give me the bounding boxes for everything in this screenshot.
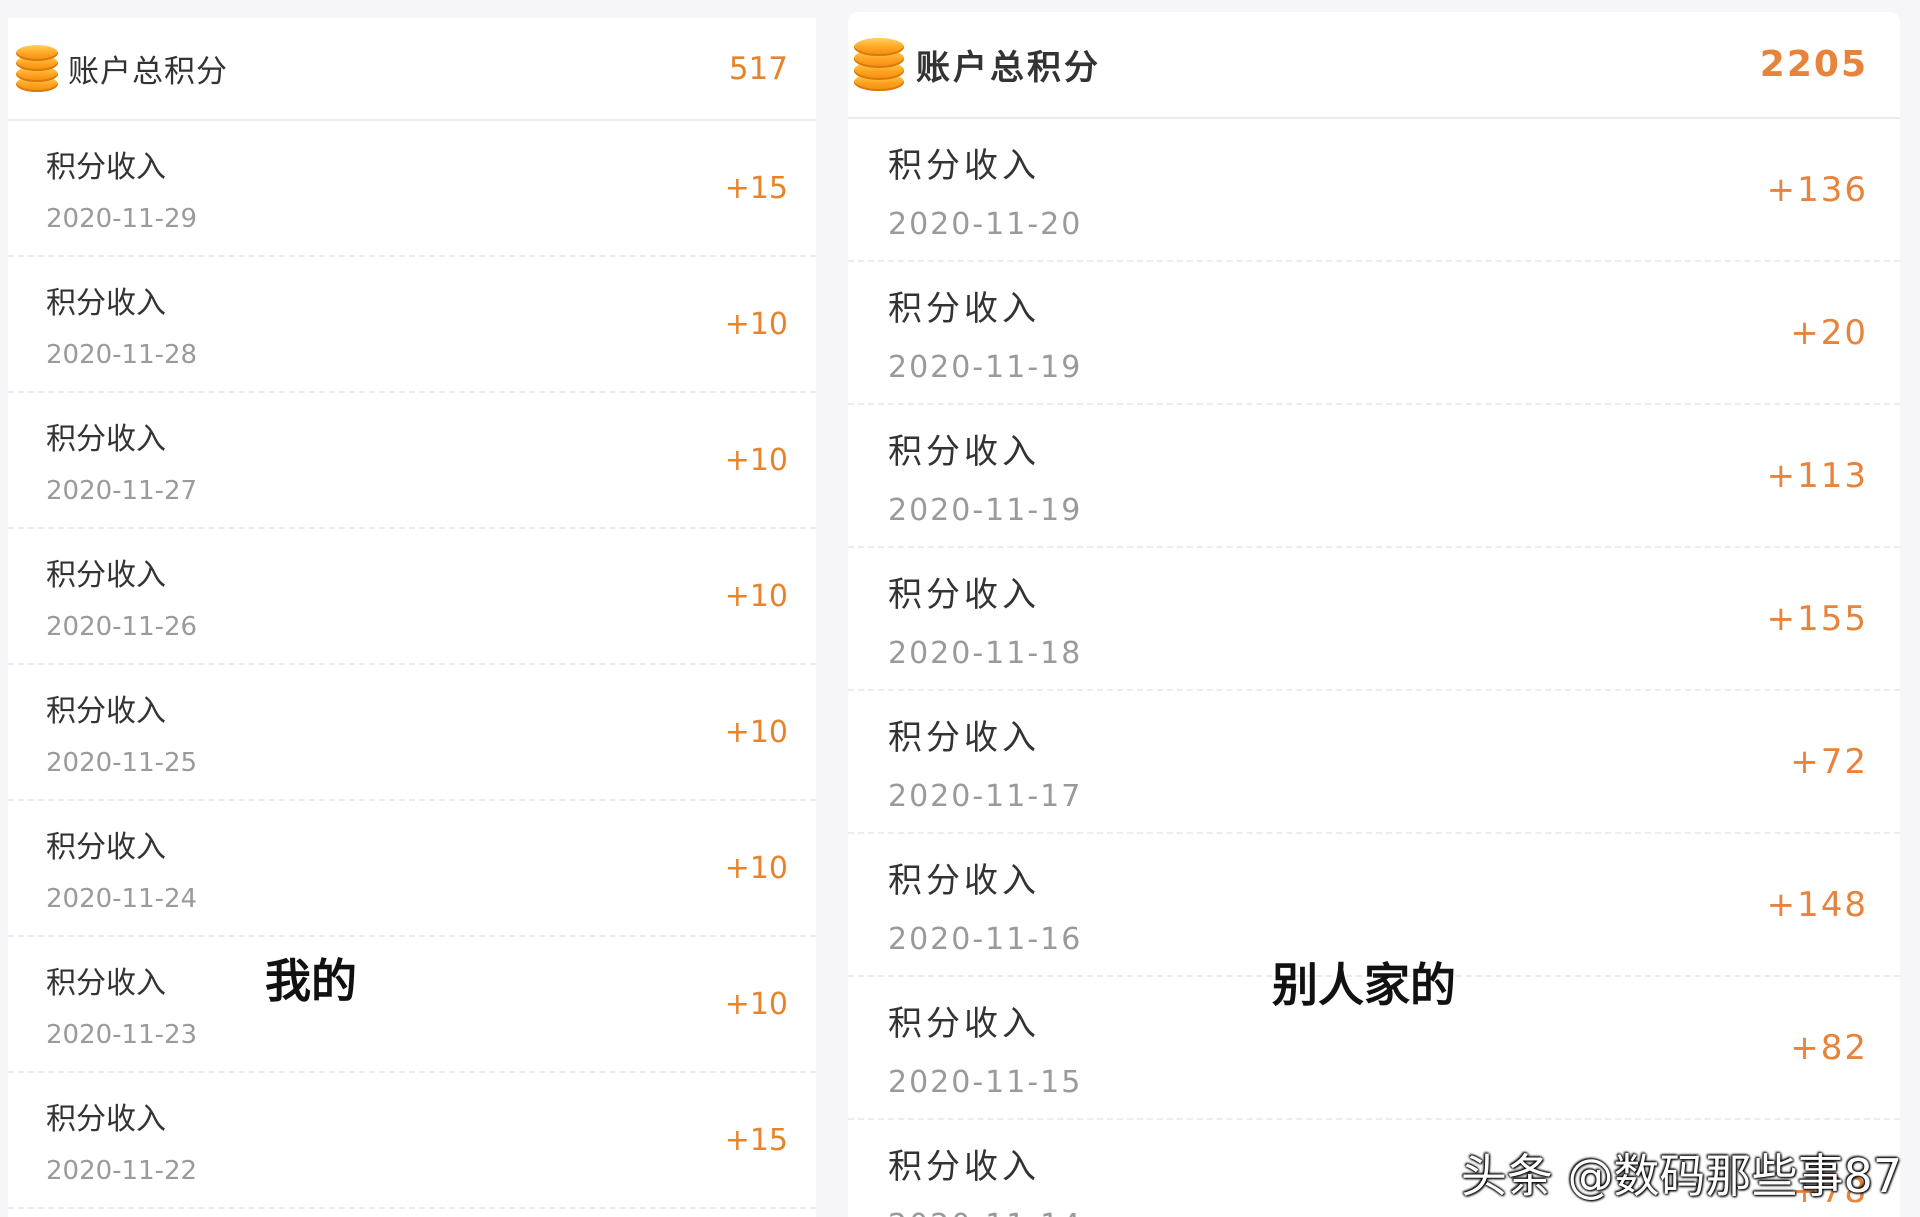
mine-caption: 我的	[265, 954, 357, 1008]
item-title: 积分收入	[888, 1003, 1040, 1044]
item-amount: +72	[1790, 741, 1868, 782]
list-item[interactable]: 积分收入 2020-11-22 +15	[8, 1073, 816, 1209]
item-date: 2020-11-22	[46, 1156, 198, 1186]
total-points-label: 账户总积分	[68, 54, 228, 90]
list-item[interactable]: 积分收入 2020-11-17 +72	[848, 691, 1900, 834]
item-date: 2020-11-27	[46, 476, 198, 506]
item-amount: +15	[724, 1122, 788, 1158]
item-title: 积分收入	[46, 694, 166, 729]
item-title: 积分收入	[46, 422, 166, 457]
item-amount: +10	[724, 850, 788, 886]
list-item[interactable]: 积分收入 2020-11-18 +155	[848, 548, 1900, 691]
list-item[interactable]: 积分收入 2020-11-26 +10	[8, 529, 816, 665]
item-title: 积分收入	[46, 966, 166, 1001]
item-amount: +15	[724, 170, 788, 206]
item-title: 积分收入	[888, 574, 1040, 615]
points-list: 积分收入 2020-11-29 +15 积分收入 2020-11-28 +10 …	[8, 121, 816, 1209]
item-date: 2020-11-17	[888, 778, 1083, 814]
list-item[interactable]: 积分收入 2020-11-25 +10	[8, 665, 816, 801]
item-date: 2020-11-24	[46, 884, 198, 914]
item-date: 2020-11-16	[888, 921, 1083, 957]
list-item[interactable]: 积分收入 2020-11-19 +113	[848, 405, 1900, 548]
item-date: 2020-11-25	[46, 748, 198, 778]
item-amount: +82	[1790, 1027, 1868, 1068]
item-title: 积分收入	[888, 717, 1040, 758]
item-title: 积分收入	[46, 286, 166, 321]
item-amount: +20	[1790, 312, 1868, 353]
others-caption: 别人家的	[1272, 958, 1456, 1012]
coin-stack-icon	[16, 44, 58, 93]
list-item[interactable]: 积分收入 2020-11-20 +136	[848, 119, 1900, 262]
item-date: 2020-11-26	[46, 612, 198, 642]
item-title: 积分收入	[46, 830, 166, 865]
list-item[interactable]: 积分收入 2020-11-19 +20	[848, 262, 1900, 405]
item-title: 积分收入	[46, 150, 166, 185]
item-title: 积分收入	[46, 1102, 166, 1137]
watermark: 头条 @数码那些事87	[1460, 1149, 1902, 1203]
others-points-panel: 账户总积分 2205 积分收入 2020-11-20 +136 积分收入 202…	[848, 12, 1900, 1217]
item-amount: +10	[724, 714, 788, 750]
points-list: 积分收入 2020-11-20 +136 积分收入 2020-11-19 +20…	[848, 119, 1900, 1217]
item-title: 积分收入	[888, 288, 1040, 329]
list-item[interactable]: 积分收入 2020-11-29 +15	[8, 121, 816, 257]
comparison-screenshot: 账户总积分 517 积分收入 2020-11-29 +15 积分收入 2020-…	[0, 0, 1920, 1217]
item-amount: +113	[1766, 455, 1868, 496]
item-date: 2020-11-29	[46, 204, 198, 234]
item-title: 积分收入	[888, 145, 1040, 186]
list-item[interactable]: 积分收入 2020-11-28 +10	[8, 257, 816, 393]
item-date: 2020-11-14	[888, 1208, 1082, 1217]
item-title: 积分收入	[888, 431, 1040, 472]
coin-stack-icon	[854, 37, 904, 92]
item-amount: +136	[1766, 169, 1868, 210]
item-amount: +10	[724, 986, 788, 1022]
item-date: 2020-11-19	[888, 349, 1083, 385]
item-amount: +10	[724, 306, 788, 342]
item-date: 2020-11-23	[46, 1020, 198, 1050]
item-date: 2020-11-28	[46, 340, 198, 370]
item-amount: +148	[1766, 884, 1868, 925]
list-item[interactable]: 积分收入 2020-11-27 +10	[8, 393, 816, 529]
item-title: 积分收入	[888, 1146, 1040, 1187]
total-points-value: 517	[728, 50, 788, 87]
item-date: 2020-11-18	[888, 635, 1083, 671]
my-points-panel: 账户总积分 517 积分收入 2020-11-29 +15 积分收入 2020-…	[8, 18, 816, 1217]
item-date: 2020-11-20	[888, 206, 1083, 242]
points-header: 账户总积分 2205	[848, 12, 1900, 119]
item-amount: +10	[724, 578, 788, 614]
total-points-label: 账户总积分	[916, 48, 1101, 88]
item-amount: +155	[1766, 598, 1868, 639]
item-title: 积分收入	[46, 558, 166, 593]
list-item[interactable]: 积分收入 2020-11-23 +10	[8, 937, 816, 1073]
item-date: 2020-11-19	[888, 492, 1083, 528]
item-date: 2020-11-15	[888, 1064, 1083, 1100]
total-points-value: 2205	[1759, 44, 1868, 85]
item-title: 积分收入	[888, 860, 1040, 901]
list-item[interactable]: 积分收入 2020-11-24 +10	[8, 801, 816, 937]
points-header: 账户总积分 517	[8, 18, 816, 121]
item-amount: +10	[724, 442, 788, 478]
